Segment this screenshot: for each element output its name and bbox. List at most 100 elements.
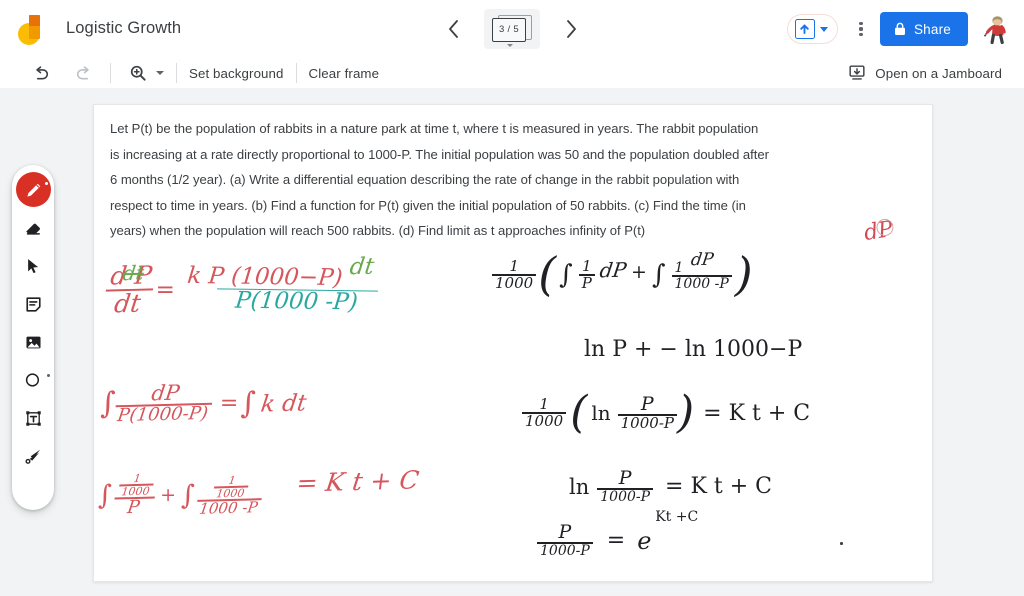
pen-icon xyxy=(26,183,40,197)
ink-req1-i1-tail: dP xyxy=(598,257,628,283)
clear-frame-button[interactable]: Clear frame xyxy=(309,66,380,81)
ink-req5-equals: = xyxy=(606,528,626,554)
share-button-label: Share xyxy=(913,21,951,37)
ink-dot-mark xyxy=(840,542,843,545)
ink-req1-i2: ∫ xyxy=(651,259,666,290)
tool-eraser[interactable] xyxy=(15,209,51,247)
ink-eq3-t1-den: P xyxy=(112,496,155,519)
chevron-down-icon xyxy=(507,44,513,47)
ink-req1-i1-den: P xyxy=(578,273,595,291)
present-options-chevron-down-icon[interactable] xyxy=(819,26,828,32)
ink-req5-base: e xyxy=(637,526,652,555)
pen-color-indicator xyxy=(45,182,48,185)
zoom-button[interactable] xyxy=(123,58,153,88)
redo-icon xyxy=(76,65,89,79)
tool-text-box[interactable] xyxy=(15,399,51,437)
ink-eq-right-4: ln P 1000-P = K t + C xyxy=(569,467,772,505)
toolbar-divider xyxy=(110,63,111,83)
eraser-icon xyxy=(26,223,40,235)
present-button[interactable] xyxy=(786,14,838,44)
tool-pen[interactable] xyxy=(15,171,51,209)
shape-options-indicator xyxy=(47,374,50,377)
chevron-right-icon xyxy=(566,20,576,38)
ink-eq1-lhs-strike: dt xyxy=(121,260,146,285)
ink-req1-open-paren: ( xyxy=(538,247,557,301)
ink-eq-right-2: ln P + − ln 1000−P xyxy=(584,337,803,362)
ink-eq3-t1-numden: 1000 xyxy=(117,483,154,499)
ink-req4-ln: ln xyxy=(569,474,590,499)
present-up-arrow-icon xyxy=(794,19,815,39)
ink-req3-coef-den: 1000 xyxy=(522,412,567,429)
open-on-jamboard-label: Open on a Jamboard xyxy=(875,65,1002,81)
jam-canvas[interactable]: Let P(t) be the population of rabbits in… xyxy=(93,104,933,582)
ink-eq-right-5: P 1000-P = e Kt +C xyxy=(537,509,698,559)
avatar[interactable] xyxy=(980,12,1014,46)
next-frame-button[interactable] xyxy=(554,12,588,46)
prev-frame-button[interactable] xyxy=(436,12,470,46)
chevron-left-icon xyxy=(448,20,458,38)
ink-req1-i2-num-sup: dP xyxy=(690,249,716,271)
zoom-chevron-down-icon[interactable] xyxy=(156,71,164,75)
frame-counter-label: 3 / 5 xyxy=(499,24,519,36)
ink-eq2-rhs-integral: ∫ xyxy=(240,386,256,422)
ink-eq-left-3: ∫ 1 1000 P + ∫ 1 1000 1000 -P xyxy=(98,471,262,519)
ink-eq-right-3: 1 1000 ( ln P 1000-P ) = K t + C xyxy=(522,390,811,435)
ink-eq3-t1-num: 1 xyxy=(132,471,142,486)
zoom-in-icon xyxy=(130,65,146,81)
ink-eq3-t2-den: 1000 -P xyxy=(195,498,262,518)
ink-eq3-plus: + xyxy=(160,484,176,507)
frame-navigator: 3 / 5 xyxy=(436,0,588,58)
frame-front-icon: 3 / 5 xyxy=(492,18,526,42)
ink-eq-right-1: 1 1000 ( ∫ 1 P dP + ∫ 1 dP 1000 -P) xyxy=(492,247,753,301)
ink-req5-num: P xyxy=(558,521,572,543)
frame-counter-chip[interactable]: 3 / 5 xyxy=(484,9,540,49)
tool-laser-pointer[interactable] xyxy=(15,437,51,475)
open-on-jamboard-icon xyxy=(849,65,865,80)
tool-image[interactable] xyxy=(15,323,51,361)
ink-eq3-t2-numden: 1000 xyxy=(212,485,249,500)
toolbar-divider-3 xyxy=(295,63,297,83)
ink-eq1-rhs-tail: dt xyxy=(348,253,376,281)
undo-button[interactable] xyxy=(26,58,56,88)
problem-statement: Let P(t) be the population of rabbits in… xyxy=(110,121,769,239)
circle-shape-icon xyxy=(25,373,40,387)
ink-eq1-rhs-den: P(1000 -P) xyxy=(214,288,379,315)
ink-req1-plus: + xyxy=(631,260,647,283)
set-background-button[interactable]: Set background xyxy=(189,66,284,81)
header-actions: Share xyxy=(786,0,1024,58)
ink-req3-num: P xyxy=(640,393,654,415)
page-title[interactable]: Logistic Growth xyxy=(66,19,181,38)
ink-eq3-term1-integral: ∫ xyxy=(98,479,113,511)
text-box-icon xyxy=(25,410,41,426)
share-button[interactable]: Share xyxy=(879,12,968,46)
more-options-button[interactable] xyxy=(844,12,878,46)
user-avatar-image xyxy=(980,12,1014,46)
jamboard-app: Logistic Growth 3 / 5 Share Set backgrou… xyxy=(0,0,1024,596)
lock-icon xyxy=(894,22,905,35)
ink-req3-equals: = K t + C xyxy=(703,400,811,426)
tool-shape[interactable] xyxy=(15,361,51,399)
sticky-note-icon xyxy=(25,296,41,312)
ink-req1-i1-num: 1 xyxy=(581,256,592,275)
ink-req1-i2-num: 1 xyxy=(674,260,684,277)
redo-button[interactable] xyxy=(68,58,98,88)
ink-req3-coef-num: 1 xyxy=(539,395,549,414)
ink-req1-i2-den: 1000 -P xyxy=(671,275,732,292)
open-on-jamboard-button[interactable]: Open on a Jamboard xyxy=(848,58,1002,88)
toolbar-divider-2 xyxy=(176,63,177,83)
ink-eq1-rhs-num: k P (1000−P) xyxy=(186,262,344,291)
ink-eq2-rhs: k dt xyxy=(259,390,308,418)
ink-req1-coef-num: 1 xyxy=(509,256,519,275)
action-toolbar: Set background Clear frame Open on a Jam… xyxy=(0,58,1024,88)
ink-req4-num: P xyxy=(618,467,632,489)
ink-eq-left-1: d P dt dt = k P (1000−P) P(1000 -P) dt xyxy=(102,254,379,318)
ink-eq1-lhs-den: dt xyxy=(102,287,154,318)
ink-eq3-term2-integral: ∫ xyxy=(181,479,196,511)
tool-sticky-note[interactable] xyxy=(15,285,51,323)
tool-select[interactable] xyxy=(15,247,51,285)
jamboard-logo xyxy=(18,13,48,45)
ink-req5-den: 1000-P xyxy=(537,542,593,559)
undo-icon xyxy=(35,65,48,79)
ink-req3-den: 1000-P xyxy=(617,414,677,431)
ink-req5-exponent: Kt +C xyxy=(655,508,699,525)
